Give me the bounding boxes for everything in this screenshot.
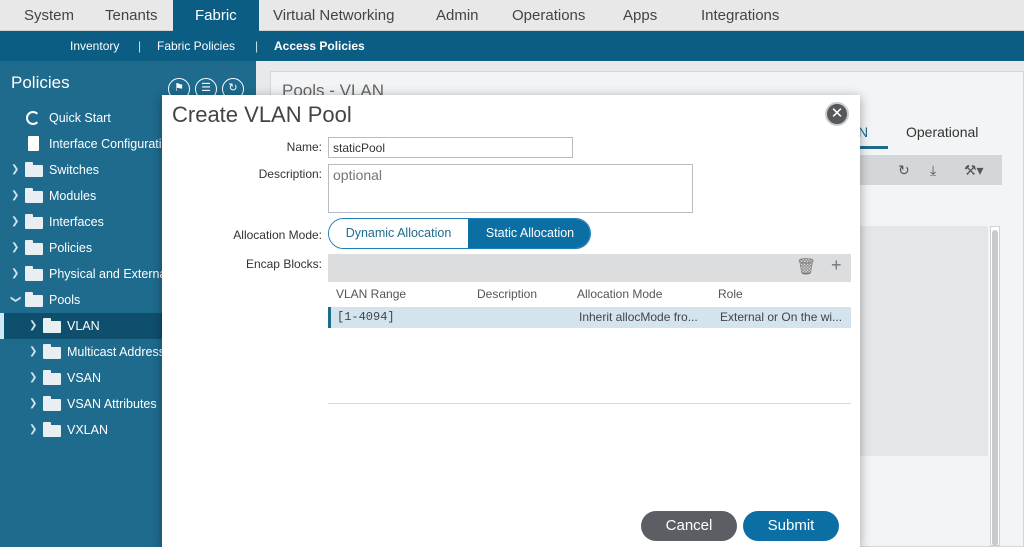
folder-icon [25,266,43,281]
allocation-mode-toggle: Dynamic Allocation Static Allocation [328,218,591,249]
create-vlan-pool-dialog: Create VLAN Pool ✕ Name: Description: Al… [162,95,860,547]
add-icon[interactable]: + [831,255,842,276]
sub-nav: Inventory | Fabric Policies | Access Pol… [0,31,1024,61]
sidebar-item-label: Switches [49,163,100,177]
chevron-right-icon[interactable]: ❯ [29,365,39,391]
subnav-inventory[interactable]: Inventory [70,31,119,61]
folder-icon [25,214,43,229]
column-header-role[interactable]: Role [718,287,743,301]
chevron-right-icon[interactable]: ❯ [29,339,39,365]
chevron-right-icon[interactable]: ❯ [29,313,39,339]
folder-icon [25,162,43,177]
content-area [856,226,988,456]
tab-system[interactable]: System [24,0,74,31]
sidebar-title: Policies [11,73,70,92]
chevron-right-icon[interactable]: ❯ [11,157,21,183]
cancel-button[interactable]: Cancel [641,511,737,541]
chevron-right-icon[interactable]: ❯ [29,391,39,417]
subnav-separator: | [138,39,142,53]
chevron-right-icon[interactable]: ❯ [11,261,21,287]
folder-icon [25,292,43,307]
tab-admin[interactable]: Admin [436,0,479,31]
folder-icon [25,188,43,203]
description-field[interactable] [328,164,693,213]
folder-icon [43,318,61,333]
dialog-title: Create VLAN Pool [172,102,352,127]
tab-tenants[interactable]: Tenants [105,0,158,31]
table-row[interactable]: [1-4094] Inherit allocMode fro... Extern… [328,307,851,328]
column-header-allocation-mode[interactable]: Allocation Mode [577,287,662,301]
sidebar-item-label: Multicast Address [67,345,165,359]
trash-icon[interactable]: 🗑 [796,257,816,277]
sidebar-item-label: VSAN Attributes [67,397,157,411]
name-label: Name: [286,140,322,154]
folder-icon [43,422,61,437]
encap-blocks-label: Encap Blocks: [245,257,322,271]
tools-icon[interactable]: ⚒▾ [964,162,984,179]
column-header-description[interactable]: Description [477,287,537,301]
tab-apps[interactable]: Apps [623,0,657,31]
static-allocation-option[interactable]: Static Allocation [468,219,590,248]
cell-vlan-range: [1-4094] [337,310,395,324]
close-icon[interactable]: ✕ [825,102,849,126]
sidebar-item-label: Quick Start [49,111,111,125]
sidebar-item-label: Physical and Externa [49,267,167,281]
cell-allocation-mode: Inherit allocMode fro... [579,310,698,324]
tab-virtual-networking[interactable]: Virtual Networking [273,0,394,31]
download-icon[interactable]: ⤓ [930,162,936,179]
folder-icon [43,396,61,411]
sidebar-item-label: Interfaces [49,215,104,229]
tab-operations[interactable]: Operations [512,0,585,31]
quickstart-icon [26,111,40,125]
subnav-fabric-policies[interactable]: Fabric Policies [157,31,235,61]
sidebar-item-label: VXLAN [67,423,108,437]
tab-fabric[interactable]: Fabric [173,0,259,31]
description-label: Description: [258,167,322,181]
column-header-vlan-range[interactable]: VLAN Range [336,287,406,301]
sidebar-item-label: Modules [49,189,97,203]
tab-operational[interactable]: Operational [906,124,978,140]
encap-toolbar: 🗑 + [328,254,851,282]
tab-integrations[interactable]: Integrations [701,0,779,31]
submit-button[interactable]: Submit [743,511,839,541]
sidebar-item-label: VLAN [67,319,100,333]
subnav-access-policies[interactable]: Access Policies [274,31,365,61]
table-divider [328,403,851,404]
subnav-separator: | [255,39,259,53]
folder-icon [43,344,61,359]
chevron-right-icon[interactable]: ❯ [29,417,39,443]
chevron-right-icon[interactable]: ❯ [11,209,21,235]
name-field[interactable] [328,137,573,158]
sidebar-item-label: Pools [49,293,81,307]
top-nav: System Tenants Fabric Virtual Networking… [0,0,1024,31]
chevron-right-icon[interactable]: ❯ [11,235,21,261]
allocation-mode-label: Allocation Mode: [233,228,322,242]
dynamic-allocation-option[interactable]: Dynamic Allocation [329,219,468,248]
chevron-right-icon[interactable]: ❯ [11,183,21,209]
refresh-icon[interactable]: ↻ [898,162,910,179]
folder-icon [43,370,61,385]
cell-role: External or On the wi... [720,310,843,324]
sidebar-item-label: Policies [49,241,93,255]
document-icon [28,136,39,151]
active-tab-indicator [856,146,888,149]
sidebar-item-label: Interface Configuratio [49,137,169,151]
scrollbar-thumb[interactable] [992,230,998,546]
sidebar-item-label: VSAN [67,371,102,385]
folder-icon [25,240,43,255]
